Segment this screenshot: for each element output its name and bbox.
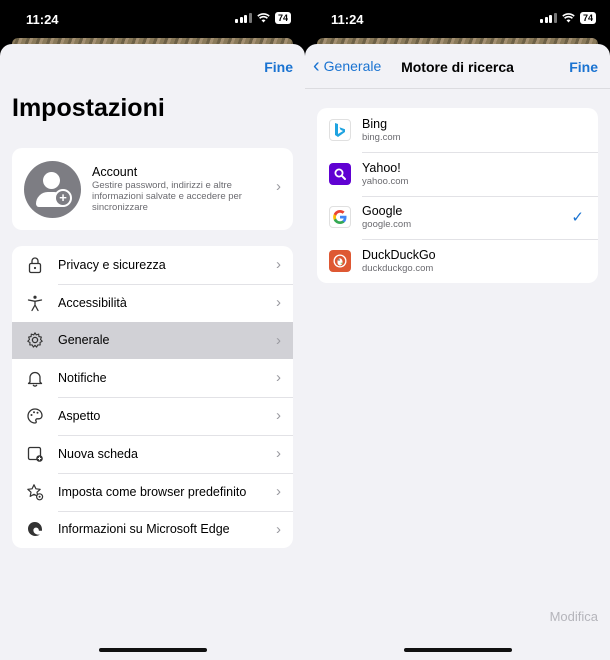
search-engine-sheet: Motore di ricerca ‹ Generale Fine Bing b… [305, 44, 610, 660]
menu-item-label: Informazioni su Microsoft Edge [58, 522, 230, 537]
done-button[interactable]: Fine [569, 59, 598, 75]
status-icons: 74 [540, 12, 596, 24]
chevron-right-icon: › [276, 369, 281, 387]
engine-option-yahoo[interactable]: Yahoo! yahoo.com [317, 151, 598, 196]
engine-option-duckduckgo[interactable]: DuckDuckGo duckduckgo.com [317, 239, 598, 283]
wifi-icon [562, 13, 575, 23]
chevron-right-icon: › [276, 293, 281, 311]
back-label: Generale [323, 58, 382, 74]
status-bar: 11:24 74 [0, 0, 305, 38]
chevron-right-icon: › [276, 256, 281, 273]
search-engine-list: Bing bing.com Yahoo! yahoo.com Google go… [317, 108, 598, 284]
menu-item-new-tab[interactable]: Nuova scheda › [12, 434, 293, 473]
menu-item-default-browser[interactable]: Imposta come browser predefinito › [12, 472, 293, 511]
signal-icon [540, 13, 557, 23]
back-button[interactable]: ‹ Generale [313, 55, 382, 77]
status-time: 11:24 [26, 12, 59, 27]
status-time: 11:24 [331, 12, 364, 27]
engine-name: DuckDuckGo [362, 248, 436, 263]
menu-item-about-edge[interactable]: Informazioni su Microsoft Edge › [12, 510, 293, 549]
menu-item-label: Aspetto [58, 409, 101, 424]
menu-item-label: Privacy e sicurezza [58, 257, 166, 272]
status-icons: 74 [235, 12, 291, 24]
menu-item-label: Imposta come browser predefinito [58, 484, 247, 499]
chevron-right-icon: › [276, 482, 281, 500]
chevron-right-icon: › [276, 407, 281, 425]
bell-icon [12, 359, 58, 397]
settings-screen: 11:24 74 Fine Impostazioni + Account Ges… [0, 0, 305, 660]
nav-divider [305, 88, 610, 89]
engine-name: Google [362, 204, 403, 219]
edge-icon [12, 511, 58, 549]
engine-name: Yahoo! [362, 160, 401, 175]
settings-sheet: Fine Impostazioni + Account Gestire pass… [0, 44, 305, 660]
account-row[interactable]: + Account Gestire password, indirizzi e … [12, 148, 293, 230]
lock-icon [12, 246, 58, 284]
menu-item-accessibility[interactable]: Accessibilità › [12, 283, 293, 322]
battery-icon: 74 [274, 12, 291, 24]
chevron-right-icon: › [276, 444, 281, 462]
duckduckgo-logo-icon [328, 250, 351, 273]
search-engine-screen: 11:24 74 Motore di ricerca ‹ Generale Fi… [305, 0, 610, 660]
engine-domain: bing.com [362, 131, 401, 143]
edit-button[interactable]: Modifica [550, 609, 598, 624]
engine-name: Bing [362, 116, 388, 131]
menu-item-appearance[interactable]: Aspetto › [12, 397, 293, 435]
home-indicator [403, 648, 512, 652]
done-button[interactable]: Fine [264, 59, 293, 75]
menu-item-label: Nuova scheda [58, 446, 138, 461]
signal-icon [235, 13, 252, 23]
account-title: Account [92, 165, 138, 179]
engine-domain: google.com [362, 219, 412, 231]
new-tab-icon [12, 435, 58, 473]
bing-logo-icon [328, 118, 351, 141]
engine-option-bing[interactable]: Bing bing.com [317, 108, 598, 152]
yahoo-logo-icon [328, 162, 351, 185]
engine-option-google[interactable]: Google google.com ✓ [317, 195, 598, 240]
gear-icon [12, 322, 58, 360]
settings-menu: Privacy e sicurezza › Accessibilità › Ge… [12, 246, 293, 549]
add-account-avatar-icon: + [24, 161, 81, 218]
menu-item-general[interactable]: Generale › [12, 321, 293, 360]
menu-item-label: Generale [58, 333, 110, 348]
menu-item-privacy[interactable]: Privacy e sicurezza › [12, 246, 293, 284]
chevron-left-icon: ‹ [313, 55, 320, 77]
chevron-right-icon: › [276, 331, 281, 349]
account-description: Gestire password, indirizzi e altre info… [92, 180, 242, 213]
wifi-icon [257, 13, 270, 23]
status-bar: 11:24 74 [305, 0, 610, 38]
google-logo-icon [328, 206, 351, 229]
accessibility-icon [12, 284, 58, 322]
battery-icon: 74 [579, 12, 596, 24]
chevron-right-icon: › [276, 520, 281, 538]
checkmark-icon: ✓ [571, 208, 584, 226]
home-indicator [98, 648, 207, 652]
page-title: Impostazioni [12, 94, 165, 122]
screenshot-pair: 11:24 74 Fine Impostazioni + Account Ges… [0, 0, 610, 660]
menu-item-label: Notifiche [58, 371, 107, 386]
engine-domain: yahoo.com [362, 175, 409, 187]
engine-domain: duckduckgo.com [362, 263, 434, 275]
menu-item-notifications[interactable]: Notifiche › [12, 359, 293, 397]
menu-item-label: Accessibilità [58, 295, 127, 310]
palette-icon [12, 397, 58, 435]
star-gear-icon [12, 473, 58, 511]
chevron-right-icon: › [276, 178, 281, 195]
